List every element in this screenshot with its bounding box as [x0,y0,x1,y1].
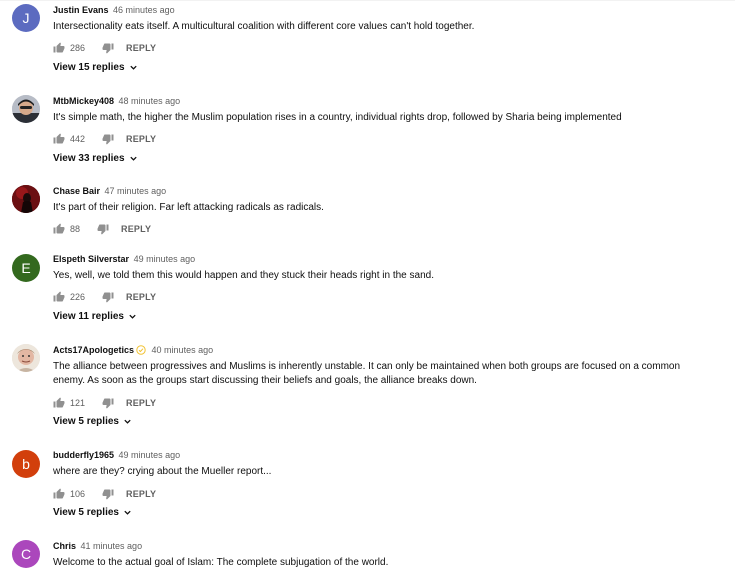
reply-button[interactable]: REPLY [126,292,156,302]
view-replies-label: View 11 replies [53,311,124,322]
author-name[interactable]: Chase Bair [53,186,100,196]
comment-text: Welcome to the actual goal of Islam: The… [53,557,389,568]
author-name[interactable]: Justin Evans [53,5,109,15]
view-replies-label: View 5 replies [53,507,119,518]
like-count: 106 [70,489,86,499]
timestamp[interactable]: 49 minutes ago [134,254,196,264]
comment-header: MtbMickey408 48 minutes ago [53,95,180,107]
comment-header: Elspeth Silverstar 49 minutes ago [53,253,195,265]
chevron-down-icon [128,312,137,321]
avatar[interactable]: E [12,254,40,282]
comment-text: It's simple math, the higher the Muslim … [53,112,622,123]
like-count: 442 [70,134,86,144]
thumbs-up-icon[interactable] [53,42,65,54]
comment-header: budderfly1965 49 minutes ago [53,449,180,461]
view-replies-label: View 33 replies [53,153,125,164]
avatar-letter: E [21,260,31,276]
timestamp[interactable]: 48 minutes ago [119,96,181,106]
avatar-photo [12,185,40,213]
view-replies-button[interactable]: View 15 replies [53,62,138,73]
thumbs-down-icon[interactable] [97,223,109,235]
thumbs-up-icon[interactable] [53,488,65,500]
author-name[interactable]: Acts17Apologetics [53,345,134,355]
divider [0,0,735,1]
comment-header: Chase Bair 47 minutes ago [53,185,166,197]
timestamp[interactable]: 46 minutes ago [113,5,175,15]
comment-header: Justin Evans 46 minutes ago [53,4,175,16]
comment-header: Acts17Apologetics 40 minutes ago [53,344,213,358]
avatar[interactable]: J [12,4,40,32]
like-count: 88 [70,224,81,234]
reply-button[interactable]: REPLY [126,43,156,53]
comment-actions: 226 REPLY [53,290,156,304]
view-replies-button[interactable]: View 33 replies [53,153,138,164]
thumbs-down-icon[interactable] [102,291,114,303]
avatar-letter: C [20,546,32,562]
chevron-down-icon [123,508,132,517]
reply-button[interactable]: REPLY [121,224,151,234]
avatar-letter: b [22,456,30,472]
thumbs-up-icon[interactable] [53,397,65,409]
verified-check-icon [136,345,146,358]
reply-button[interactable]: REPLY [126,398,156,408]
comment-text: where are they? crying about the Mueller… [53,466,272,477]
avatar[interactable] [12,344,40,372]
chevron-down-icon [129,63,138,72]
chevron-down-icon [123,417,132,426]
timestamp[interactable]: 47 minutes ago [105,186,167,196]
author-name[interactable]: budderfly1965 [53,450,114,460]
reply-button[interactable]: REPLY [126,134,156,144]
avatar[interactable]: C [12,540,40,568]
thumbs-up-icon[interactable] [53,291,65,303]
comment-actions: 106 REPLY [53,487,156,501]
view-replies-button[interactable]: View 5 replies [53,507,132,518]
view-replies-label: View 5 replies [53,416,119,427]
chevron-down-icon [129,154,138,163]
reply-button[interactable]: REPLY [126,489,156,499]
author-name[interactable]: MtbMickey408 [53,96,114,106]
comment-actions: 442 REPLY [53,132,156,146]
comment-actions: 88 REPLY [53,222,151,236]
avatar[interactable] [12,95,40,123]
view-replies-button[interactable]: View 5 replies [53,416,132,427]
avatar[interactable] [12,185,40,213]
comment-text: The alliance between progressives and Mu… [53,361,681,386]
thumbs-down-icon[interactable] [102,488,114,500]
comment-actions: 286 REPLY [53,41,156,55]
author-name[interactable]: Elspeth Silverstar [53,254,129,264]
comment-text: It's part of their religion. Far left at… [53,202,324,213]
like-count: 121 [70,398,86,408]
like-count: 286 [70,43,86,53]
avatar-photo [12,95,40,123]
timestamp[interactable]: 41 minutes ago [81,541,143,551]
thumbs-down-icon[interactable] [102,42,114,54]
avatar-letter: J [22,10,30,26]
avatar[interactable]: b [12,450,40,478]
comment-text: Yes, well, we told them this would happe… [53,270,434,281]
timestamp[interactable]: 40 minutes ago [152,345,214,355]
comment-text: Intersectionality eats itself. A multicu… [53,21,475,32]
like-count: 226 [70,292,86,302]
view-replies-button[interactable]: View 11 replies [53,311,137,322]
thumbs-up-icon[interactable] [53,133,65,145]
timestamp[interactable]: 49 minutes ago [119,450,181,460]
avatar-photo [12,344,40,372]
thumbs-down-icon[interactable] [102,133,114,145]
thumbs-up-icon[interactable] [53,223,65,235]
comment-actions: 121 REPLY [53,396,156,410]
comment-header: Chris 41 minutes ago [53,540,142,552]
view-replies-label: View 15 replies [53,62,125,73]
author-name[interactable]: Chris [53,541,76,551]
thumbs-down-icon[interactable] [102,397,114,409]
